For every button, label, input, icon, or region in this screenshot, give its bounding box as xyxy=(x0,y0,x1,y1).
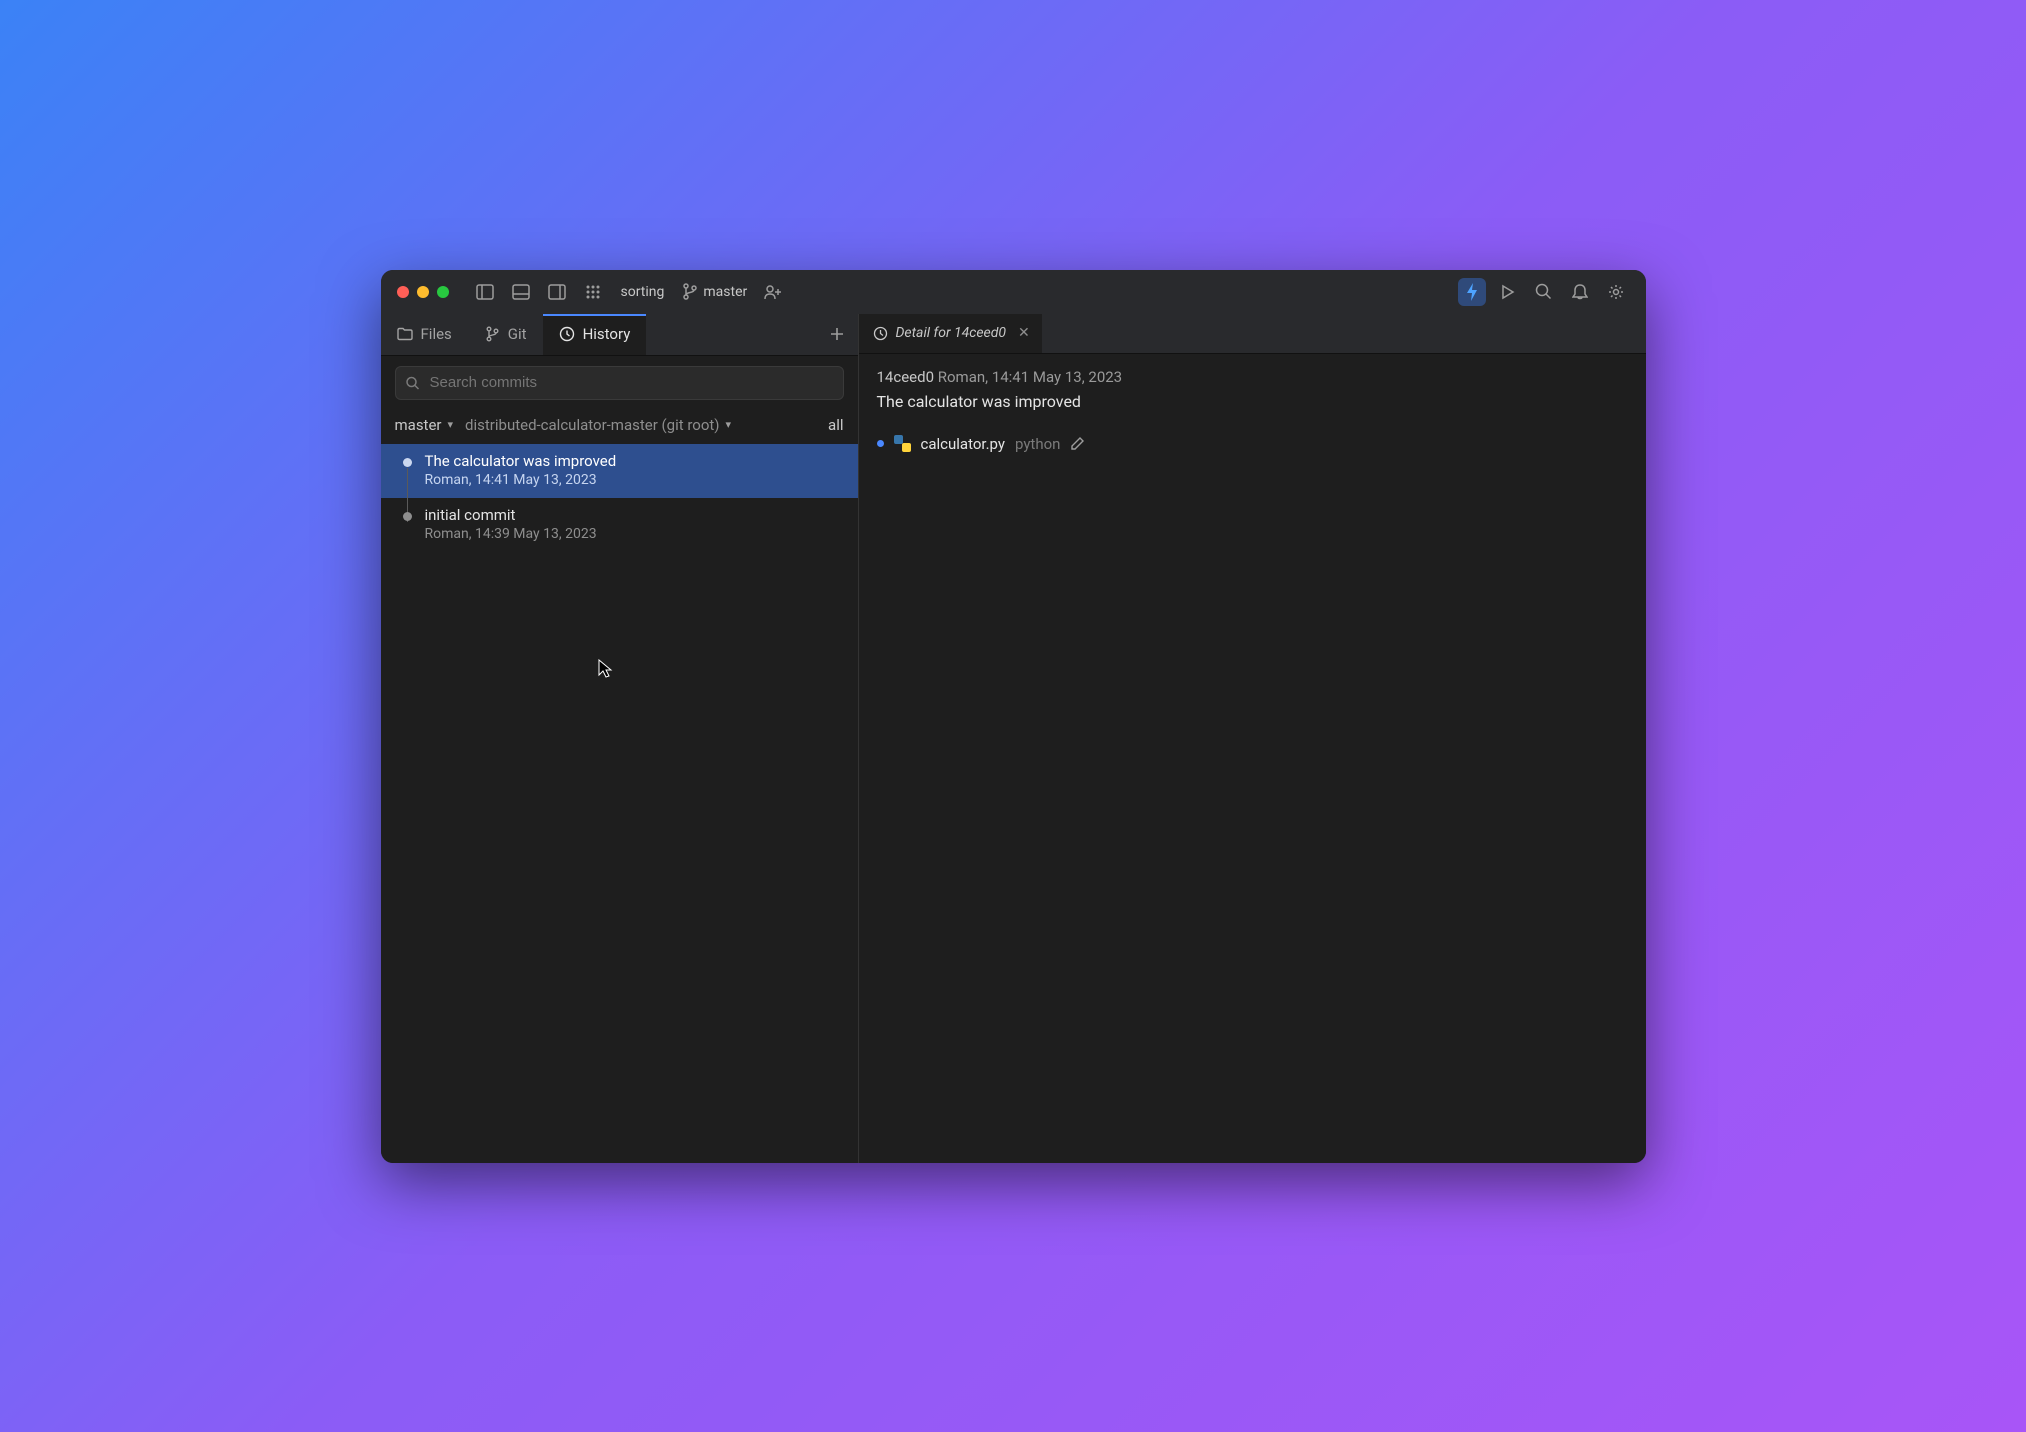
all-filter-label: all xyxy=(828,416,843,434)
commit-list: The calculator was improved Roman, 14:41… xyxy=(381,444,858,1163)
commit-hash: 14ceed0 xyxy=(877,368,935,386)
root-filter-label: distributed-calculator-master (git root) xyxy=(465,416,720,434)
ai-assistant-button[interactable] xyxy=(1458,278,1486,306)
app-window: sorting master xyxy=(381,270,1646,1163)
commit-detail: 14ceed0 Roman, 14:41 May 13, 2023 The ca… xyxy=(859,354,1646,471)
settings-button[interactable] xyxy=(1602,278,1630,306)
tab-git-label: Git xyxy=(508,325,527,343)
commit-item[interactable]: The calculator was improved Roman, 14:41… xyxy=(381,444,858,498)
close-window-button[interactable] xyxy=(397,286,409,298)
commit-graph-dot xyxy=(403,458,412,467)
editor-tab-detail[interactable]: Detail for 14ceed0 ✕ xyxy=(859,314,1042,353)
tab-files-label: Files xyxy=(421,325,452,343)
search-button[interactable] xyxy=(1530,278,1558,306)
sidebar-tabbar: Files Git History xyxy=(381,314,858,356)
commit-meta: Roman, 14:41 May 13, 2023 xyxy=(425,472,844,488)
maximize-window-button[interactable] xyxy=(437,286,449,298)
branch-filter[interactable]: master ▾ xyxy=(395,416,454,434)
window-controls xyxy=(397,286,449,298)
changed-file-row[interactable]: calculator.py python xyxy=(877,431,1628,457)
panel-bottom-icon[interactable] xyxy=(507,278,535,306)
commit-title: The calculator was improved xyxy=(425,452,844,470)
search-icon xyxy=(405,375,420,390)
commit-detail-header: 14ceed0 Roman, 14:41 May 13, 2023 xyxy=(877,368,1628,386)
tab-files[interactable]: Files xyxy=(381,314,468,355)
commit-title: initial commit xyxy=(425,506,844,524)
minimize-window-button[interactable] xyxy=(417,286,429,298)
panel-right-icon[interactable] xyxy=(543,278,571,306)
search-wrap xyxy=(381,356,858,408)
changed-file-path: python xyxy=(1015,435,1060,453)
editor-tabbar: Detail for 14ceed0 ✕ xyxy=(859,314,1646,354)
notifications-button[interactable] xyxy=(1566,278,1594,306)
content: Files Git History xyxy=(381,314,1646,1163)
filter-bar: master ▾ distributed-calculator-master (… xyxy=(381,408,858,444)
branch-name: master xyxy=(703,284,747,300)
panel-left-icon[interactable] xyxy=(471,278,499,306)
commit-meta: Roman, 14:39 May 13, 2023 xyxy=(425,526,844,542)
changed-file-name: calculator.py xyxy=(921,435,1005,453)
tab-git[interactable]: Git xyxy=(468,314,543,355)
change-status-dot xyxy=(877,440,884,447)
titlebar: sorting master xyxy=(381,270,1646,314)
history-icon xyxy=(559,326,575,342)
right-pane: Detail for 14ceed0 ✕ 14ceed0 Roman, 14:4… xyxy=(859,314,1646,1163)
commit-detail-author-time: Roman, 14:41 May 13, 2023 xyxy=(938,368,1122,386)
edit-file-button[interactable] xyxy=(1070,436,1085,451)
tab-history[interactable]: History xyxy=(543,314,647,355)
branch-icon xyxy=(484,326,500,342)
root-filter[interactable]: distributed-calculator-master (git root)… xyxy=(465,416,731,434)
run-button[interactable] xyxy=(1494,278,1522,306)
close-tab-button[interactable]: ✕ xyxy=(1018,325,1030,341)
all-filter[interactable]: all xyxy=(828,416,843,434)
project-name[interactable]: sorting xyxy=(615,284,671,300)
search-commits-input[interactable] xyxy=(395,366,844,400)
editor-tab-label: Detail for 14ceed0 xyxy=(896,325,1007,341)
tab-history-label: History xyxy=(583,325,631,343)
add-user-icon[interactable] xyxy=(759,278,787,306)
branch-button[interactable]: master xyxy=(678,278,751,306)
chevron-down-icon: ▾ xyxy=(448,418,454,431)
chevron-down-icon: ▾ xyxy=(726,418,732,431)
branch-filter-label: master xyxy=(395,416,442,434)
folder-icon xyxy=(397,326,413,342)
python-file-icon xyxy=(894,435,911,452)
commit-item[interactable]: initial commit Roman, 14:39 May 13, 2023 xyxy=(381,498,858,552)
add-tab-button[interactable] xyxy=(816,314,858,355)
left-pane: Files Git History xyxy=(381,314,859,1163)
commit-graph-dot xyxy=(403,512,412,521)
history-icon xyxy=(873,326,888,341)
cursor-icon xyxy=(598,659,614,679)
grid-menu-icon[interactable] xyxy=(579,278,607,306)
commit-detail-message: The calculator was improved xyxy=(877,392,1628,411)
